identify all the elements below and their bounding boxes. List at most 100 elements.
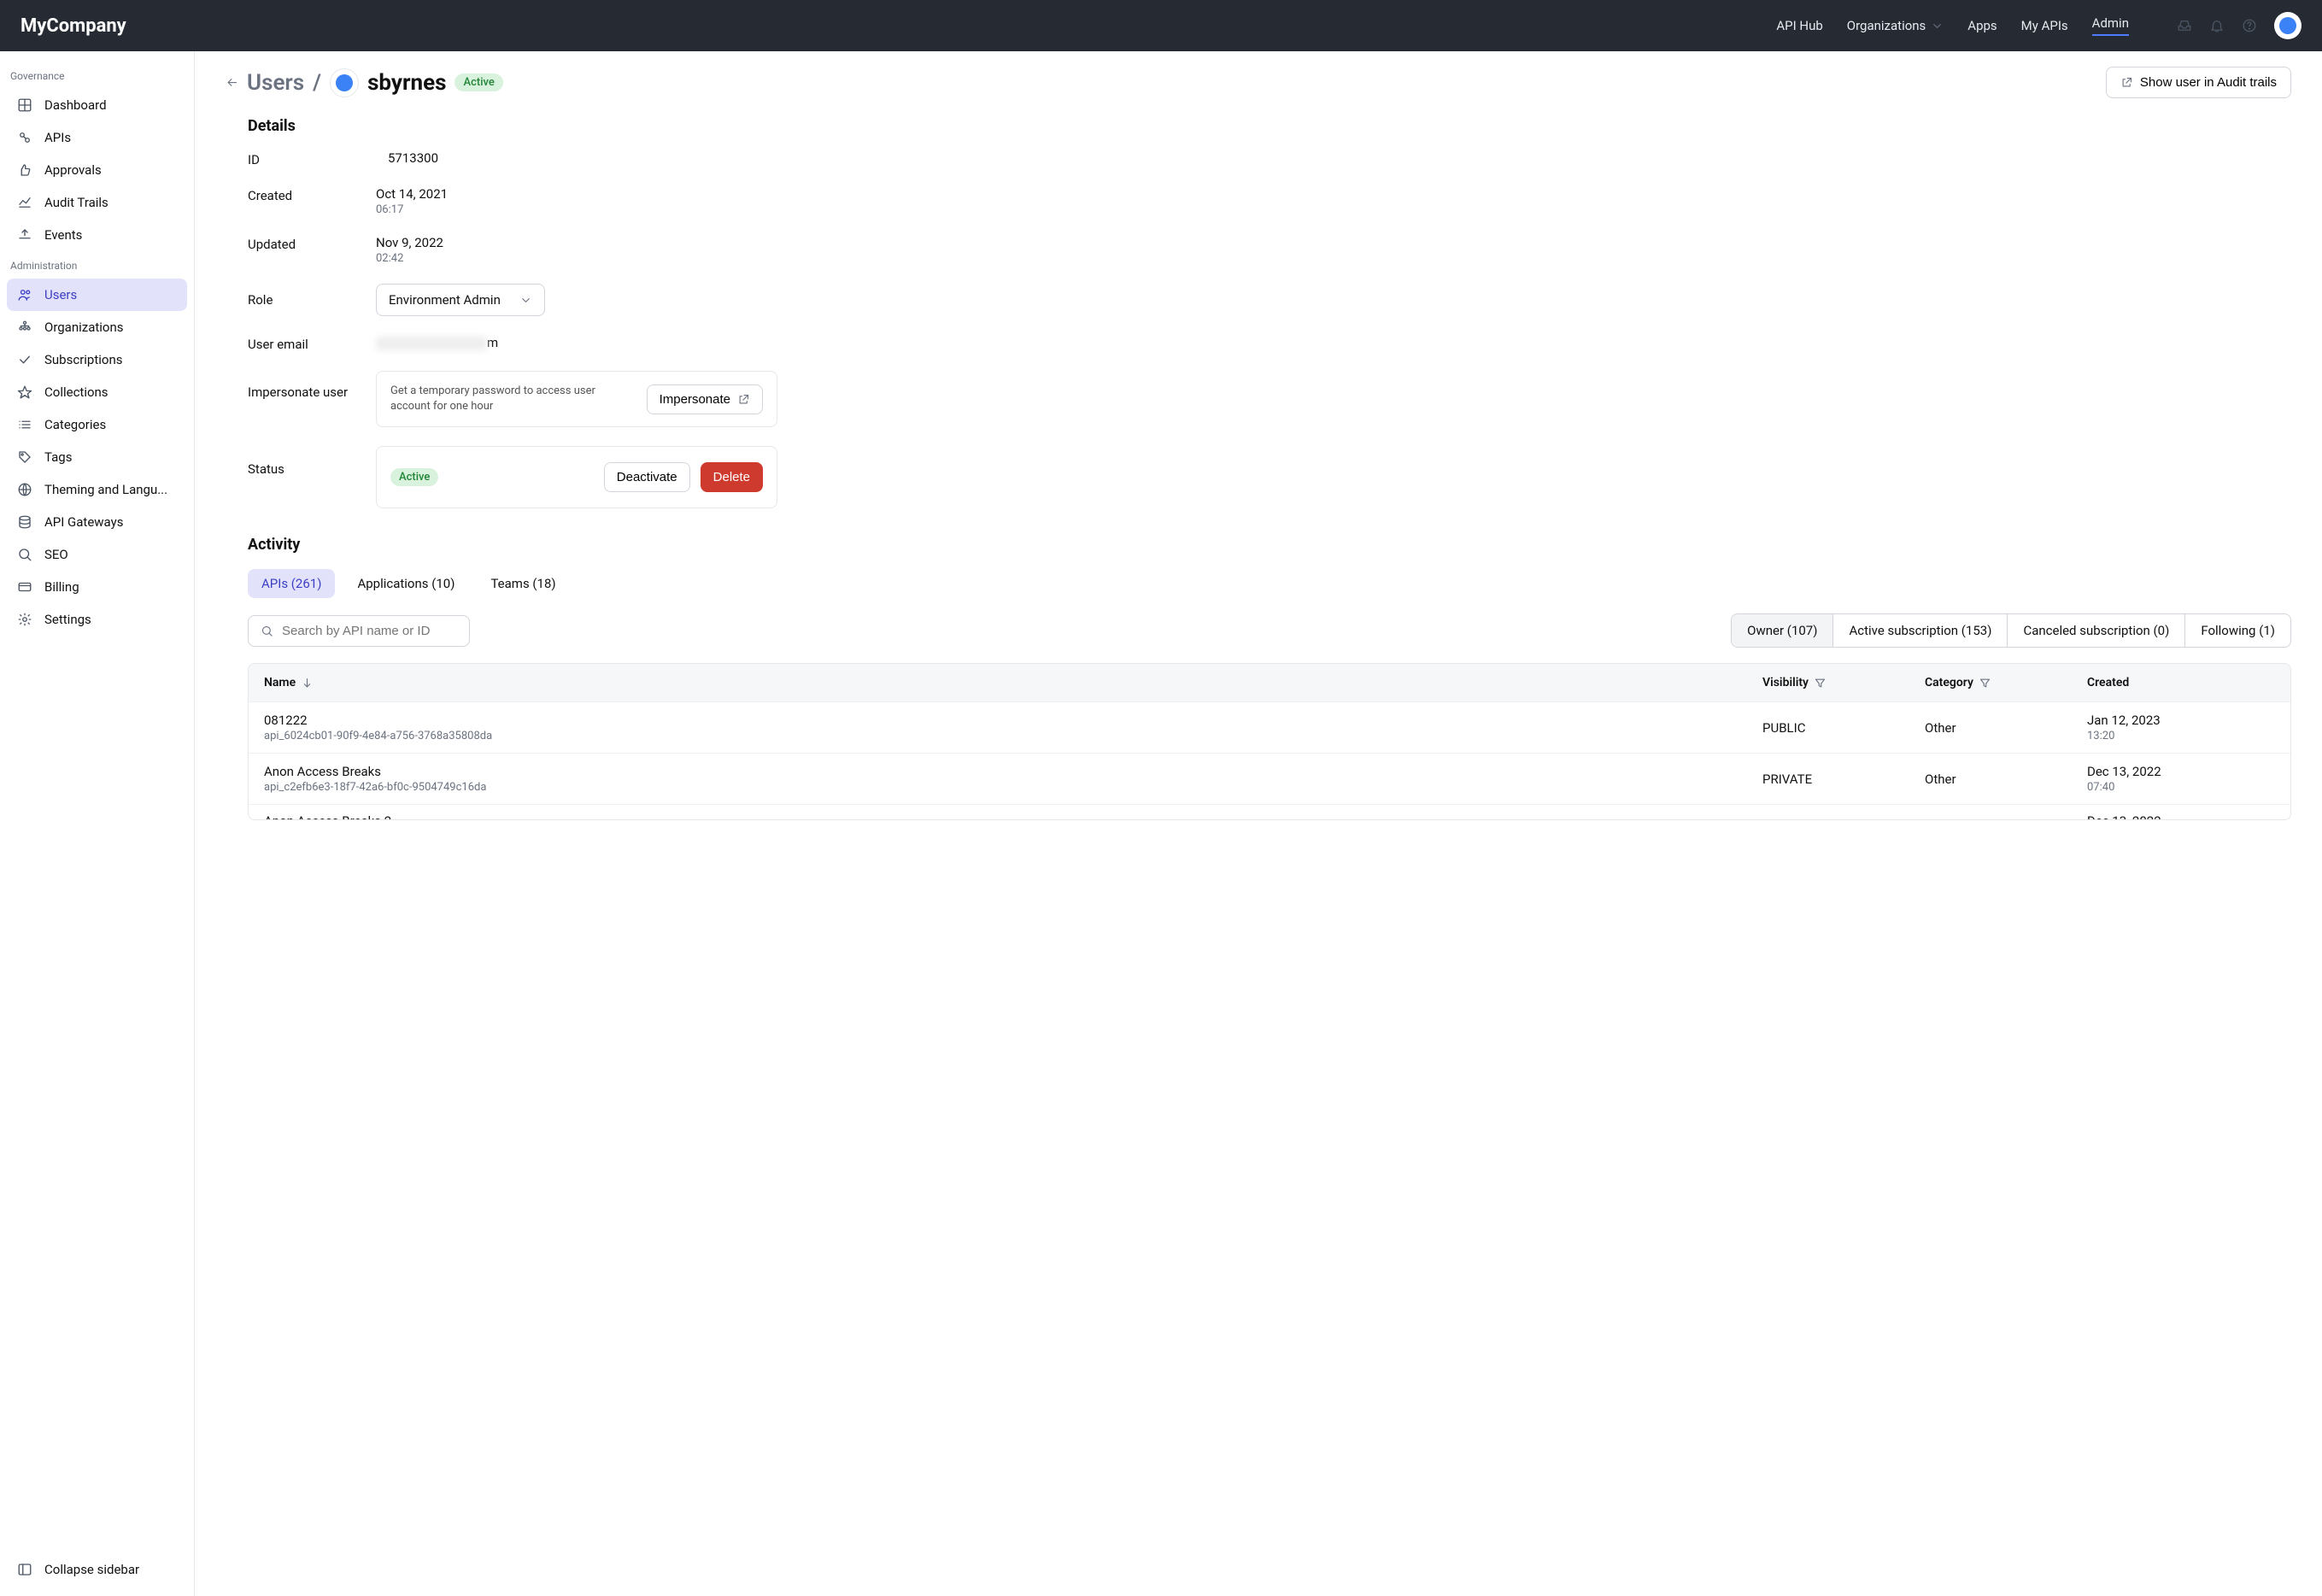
- status-panel: Active Deactivate Delete: [376, 446, 777, 508]
- sidebar-group-governance: Governance: [7, 62, 187, 89]
- label-role: Role: [248, 284, 376, 308]
- row-name: Anon Access Breaks: [264, 764, 1754, 779]
- col-visibility-label: Visibility: [1762, 676, 1809, 689]
- sidebar-item-gateways[interactable]: API Gateways: [7, 506, 187, 538]
- filter-segments: Owner (107) Active subscription (153) Ca…: [1731, 613, 2291, 648]
- inbox-icon[interactable]: [2177, 18, 2192, 33]
- sidebar-item-users[interactable]: Users: [7, 279, 187, 311]
- seg-owner[interactable]: Owner (107): [1732, 614, 1832, 647]
- sidebar-item-dashboard[interactable]: Dashboard: [7, 89, 187, 121]
- breadcrumb-users[interactable]: Users: [247, 70, 304, 96]
- value-id: 5713300: [376, 150, 1025, 166]
- top-nav-icons: [2177, 12, 2301, 39]
- table-row[interactable]: 081222 api_6024cb01-90f9-4e84-a756-3768a…: [249, 701, 2290, 753]
- search-input[interactable]: [282, 624, 457, 638]
- status-badge: Active: [454, 73, 502, 91]
- sidebar-label: Dashboard: [44, 97, 107, 113]
- col-name[interactable]: Name: [264, 676, 1754, 689]
- tag-icon: [17, 449, 32, 465]
- sidebar-item-subscriptions[interactable]: Subscriptions: [7, 343, 187, 376]
- bell-icon[interactable]: [2209, 18, 2225, 33]
- nav-api-hub[interactable]: API Hub: [1776, 18, 1822, 33]
- seg-canceled-sub[interactable]: Canceled subscription (0): [2007, 614, 2184, 647]
- user-avatar[interactable]: [2274, 12, 2301, 39]
- users-icon: [17, 287, 32, 302]
- deactivate-button[interactable]: Deactivate: [604, 462, 690, 492]
- back-arrow-icon[interactable]: [226, 76, 238, 89]
- sidebar-label: Theming and Langu...: [44, 482, 167, 497]
- col-created[interactable]: Created: [2087, 676, 2275, 689]
- database-icon: [17, 514, 32, 530]
- role-select[interactable]: Environment Admin: [376, 284, 545, 316]
- sidebar-item-tags[interactable]: Tags: [7, 441, 187, 473]
- sidebar-item-organizations[interactable]: Organizations: [7, 311, 187, 343]
- sidebar-label: Collections: [44, 384, 108, 400]
- star-icon: [17, 384, 32, 400]
- sidebar-label: Categories: [44, 417, 106, 432]
- delete-button[interactable]: Delete: [701, 462, 763, 492]
- tab-applications[interactable]: Applications (10): [343, 569, 468, 598]
- impersonate-button[interactable]: Impersonate: [647, 384, 763, 414]
- row-created-time: 13:20: [2087, 730, 2275, 742]
- sidebar-item-collections[interactable]: Collections: [7, 376, 187, 408]
- audit-button-label: Show user in Audit trails: [2140, 75, 2277, 90]
- sidebar-item-theming[interactable]: Theming and Langu...: [7, 473, 187, 506]
- sidebar-item-seo[interactable]: SEO: [7, 538, 187, 571]
- col-visibility[interactable]: Visibility: [1762, 676, 1916, 689]
- sidebar-item-billing[interactable]: Billing: [7, 571, 187, 603]
- search-box[interactable]: [248, 615, 470, 647]
- table-row[interactable]: Anon Access Breaks 2 Dec 13, 2022: [249, 804, 2290, 819]
- label-updated: Updated: [248, 235, 376, 252]
- impersonate-desc: Get a temporary password to access user …: [390, 384, 633, 414]
- page-header: Users / sbyrnes Active Show user in Audi…: [226, 67, 2291, 98]
- updated-time: 02:42: [376, 252, 1025, 265]
- sidebar-label: Tags: [44, 449, 72, 465]
- sidebar-label: Audit Trails: [44, 195, 108, 210]
- nav-admin[interactable]: Admin: [2092, 15, 2129, 36]
- org-icon: [17, 320, 32, 335]
- help-icon[interactable]: [2242, 18, 2257, 33]
- row-created-date: Dec 13, 2022: [2087, 764, 2275, 779]
- show-audit-button[interactable]: Show user in Audit trails: [2106, 67, 2291, 98]
- tab-apis[interactable]: APIs (261): [248, 569, 335, 598]
- table-row[interactable]: Anon Access Breaks api_c2efb6e3-18f7-42a…: [249, 753, 2290, 804]
- tab-teams[interactable]: Teams (18): [477, 569, 569, 598]
- chevron-down-icon: [519, 294, 532, 307]
- sidebar-label: Settings: [44, 612, 91, 627]
- nav-organizations[interactable]: Organizations: [1847, 18, 1944, 33]
- sidebar-item-audit-trails[interactable]: Audit Trails: [7, 186, 187, 219]
- sidebar-item-approvals[interactable]: Approvals: [7, 154, 187, 186]
- sidebar-label: Users: [44, 287, 77, 302]
- activity-heading: Activity: [248, 536, 2291, 554]
- nav-my-apis[interactable]: My APIs: [2021, 18, 2068, 33]
- sidebar-item-categories[interactable]: Categories: [7, 408, 187, 441]
- seg-following[interactable]: Following (1): [2184, 614, 2290, 647]
- role-value: Environment Admin: [389, 292, 501, 308]
- sidebar-label: SEO: [44, 547, 68, 562]
- collapse-label: Collapse sidebar: [44, 1562, 139, 1577]
- external-link-icon: [2120, 76, 2133, 89]
- sidebar-label: APIs: [44, 130, 71, 145]
- upload-icon: [17, 227, 32, 243]
- check-icon: [17, 352, 32, 367]
- sidebar-label: Events: [44, 227, 82, 243]
- filter-icon: [1814, 677, 1827, 689]
- row-created-time: 07:40: [2087, 781, 2275, 794]
- dashboard-icon: [17, 97, 32, 113]
- activity-toolbar: Owner (107) Active subscription (153) Ca…: [248, 613, 2291, 648]
- sidebar-item-events[interactable]: Events: [7, 219, 187, 251]
- brand-logo: MyCompany: [21, 15, 126, 37]
- collapse-sidebar[interactable]: Collapse sidebar: [7, 1553, 187, 1586]
- col-category-label: Category: [1925, 676, 1973, 689]
- created-date: Oct 14, 2021: [376, 186, 1025, 202]
- sidebar-item-apis[interactable]: APIs: [7, 121, 187, 154]
- nav-apps[interactable]: Apps: [1967, 18, 1997, 33]
- sidebar-item-settings[interactable]: Settings: [7, 603, 187, 636]
- seg-active-sub[interactable]: Active subscription (153): [1832, 614, 2007, 647]
- col-category[interactable]: Category: [1925, 676, 2079, 689]
- search-icon: [261, 625, 273, 637]
- row-sub: api_6024cb01-90f9-4e84-a756-3768a35808da: [264, 730, 1754, 742]
- thumb-icon: [17, 162, 32, 178]
- top-nav: MyCompany API Hub Organizations Apps My …: [0, 0, 2322, 51]
- top-nav-links: API Hub Organizations Apps My APIs Admin: [1776, 12, 2301, 39]
